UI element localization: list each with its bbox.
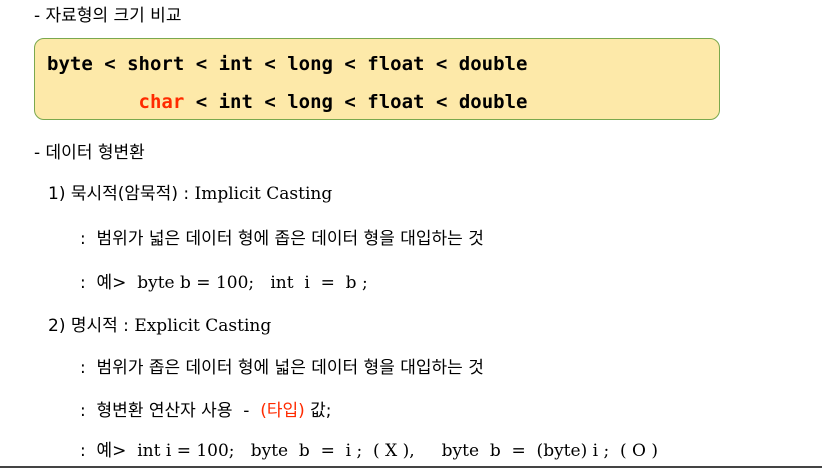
section-title-size-compare: - 자료형의 크기 비교 — [34, 6, 182, 26]
explicit-heading-en: Explicit Casting — [134, 316, 272, 336]
explicit-example-prefix: : 예> — [80, 441, 138, 461]
explicit-description: : 범위가 좁은 데이터 형에 넓은 데이터 형을 대입하는 것 — [80, 358, 484, 378]
explicit-example-code: int i = 100; byte b = i ; ( X ), byte b … — [137, 441, 658, 461]
size-order-row-1: byte < short < int < long < float < doub… — [47, 53, 528, 75]
section-title-type-conversion: - 데이터 형변환 — [34, 143, 145, 163]
cast-operator-prefix: : 형변환 연산자 사용 - — [80, 401, 261, 421]
implicit-example: : 예> byte b = 100; int i = b ; — [80, 272, 368, 294]
explicit-heading-kr: 2) 명시적 : — [48, 316, 135, 336]
implicit-heading: 1) 묵시적(암묵적) : Implicit Casting — [48, 183, 332, 205]
implicit-heading-kr: 1) 묵시적(암묵적) : — [48, 184, 195, 204]
size-comparison-box: byte < short < int < long < float < doub… — [34, 38, 720, 120]
implicit-example-code: byte b = 100; int i = b ; — [137, 273, 368, 293]
explicit-heading: 2) 명시적 : Explicit Casting — [48, 315, 271, 337]
size-order-row-2-rest: < int < long < float < double — [184, 91, 528, 113]
implicit-heading-en: Implicit Casting — [194, 184, 333, 204]
char-type-label: char — [138, 91, 185, 113]
explicit-example: : 예> int i = 100; byte b = i ; ( X ), by… — [80, 440, 658, 462]
size-order-row-2: char < int < long < float < double — [47, 90, 528, 114]
cast-operator-type: (타입) — [260, 401, 305, 421]
implicit-description: : 범위가 넓은 데이터 형에 좁은 데이터 형을 대입하는 것 — [80, 229, 484, 249]
cast-operator-suffix: 값; — [304, 401, 332, 421]
implicit-example-prefix: : 예> — [80, 273, 138, 293]
cast-operator-line: : 형변환 연산자 사용 - (타입) 값; — [80, 400, 332, 422]
